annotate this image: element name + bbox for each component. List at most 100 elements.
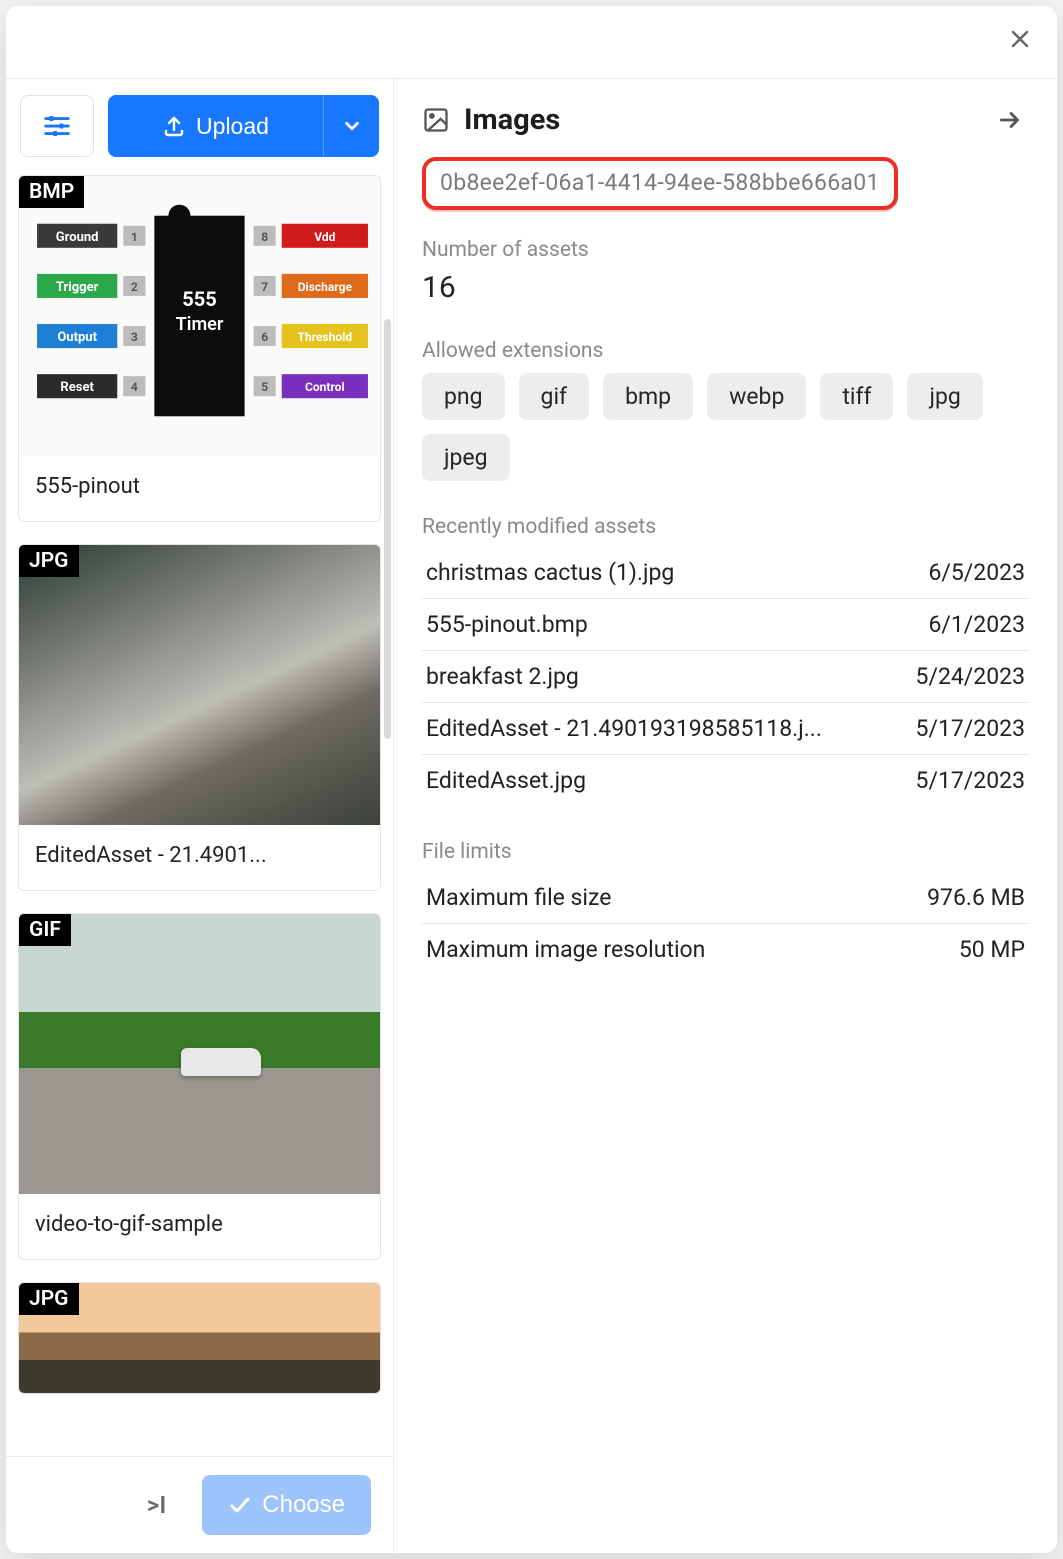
svg-text:555: 555 bbox=[182, 287, 217, 311]
details-header: Images bbox=[422, 101, 1029, 139]
svg-text:7: 7 bbox=[261, 280, 268, 294]
svg-text:3: 3 bbox=[131, 330, 138, 344]
asset-card[interactable]: BMP 555 Timer Ground 1 Trigger 2 Output 3 Rese… bbox=[18, 175, 381, 522]
folder-uuid-highlight: 0b8ee2ef-06a1-4414-94ee-588bbe666a01 bbox=[422, 157, 898, 210]
recent-name: christmas cactus (1).jpg bbox=[422, 547, 872, 599]
recent-date: 6/1/2023 bbox=[872, 599, 1029, 651]
ext-chip: gif bbox=[519, 373, 590, 420]
recent-row[interactable]: EditedAsset - 21.490193198585118.j...5/1… bbox=[422, 703, 1029, 755]
svg-text:Timer: Timer bbox=[176, 314, 224, 335]
folder-uuid[interactable]: 0b8ee2ef-06a1-4414-94ee-588bbe666a01 bbox=[440, 169, 880, 196]
ext-chip: webp bbox=[707, 373, 806, 420]
asset-card[interactable]: JPG EditedAsset - 21.4901... bbox=[18, 544, 381, 891]
num-assets-value: 16 bbox=[422, 270, 1029, 305]
asset-preview: BMP 555 Timer Ground 1 Trigger 2 Output 3 Rese… bbox=[19, 176, 380, 456]
limit-row: Maximum image resolution50 MP bbox=[422, 924, 1029, 976]
svg-text:Reset: Reset bbox=[60, 380, 94, 395]
ext-chip: jpeg bbox=[422, 434, 510, 481]
close-button[interactable] bbox=[1001, 20, 1039, 58]
recent-name: EditedAsset - 21.490193198585118.j... bbox=[422, 703, 872, 755]
svg-text:4: 4 bbox=[131, 380, 138, 394]
panel-body: Upload BMP 5 bbox=[6, 78, 1057, 1553]
asset-card[interactable]: GIF video-to-gif-sample bbox=[18, 913, 381, 1260]
recent-label: Recently modified assets bbox=[422, 515, 1029, 539]
chevron-down-icon bbox=[341, 115, 363, 137]
ext-chip: jpg bbox=[907, 373, 982, 420]
upload-button-group: Upload bbox=[108, 95, 379, 157]
recent-row[interactable]: breakfast 2.jpg5/24/2023 bbox=[422, 651, 1029, 703]
recent-date: 5/17/2023 bbox=[872, 703, 1029, 755]
limit-value: 50 MP bbox=[852, 924, 1029, 976]
choose-label: Choose bbox=[262, 1491, 345, 1519]
upload-more-button[interactable] bbox=[323, 95, 379, 157]
skip-to-end-button[interactable]: >I bbox=[133, 1485, 180, 1525]
asset-name: EditedAsset - 21.4901... bbox=[19, 825, 380, 890]
svg-text:Control: Control bbox=[305, 380, 345, 394]
limit-value: 976.6 MB bbox=[852, 872, 1029, 924]
limits-section: File limits Maximum file size976.6 MBMax… bbox=[422, 840, 1029, 975]
ext-chip: tiff bbox=[820, 373, 893, 420]
recent-name: breakfast 2.jpg bbox=[422, 651, 872, 703]
filter-button[interactable] bbox=[20, 95, 94, 157]
svg-text:Threshold: Threshold bbox=[298, 330, 353, 344]
recent-name: EditedAsset.jpg bbox=[422, 755, 872, 807]
svg-text:Ground: Ground bbox=[56, 230, 99, 245]
scrollbar-thumb[interactable] bbox=[384, 319, 391, 739]
limits-label: File limits bbox=[422, 840, 1029, 864]
asset-scroll[interactable]: BMP 555 Timer Ground 1 Trigger 2 Output 3 Rese… bbox=[6, 175, 393, 1456]
svg-text:6: 6 bbox=[261, 330, 268, 344]
num-assets-section: Number of assets 16 bbox=[422, 238, 1029, 305]
recent-row[interactable]: 555-pinout.bmp6/1/2023 bbox=[422, 599, 1029, 651]
upload-button[interactable]: Upload bbox=[108, 95, 323, 157]
svg-text:Discharge: Discharge bbox=[298, 280, 353, 294]
asset-format-badge: JPG bbox=[19, 545, 79, 577]
recent-section: Recently modified assets christmas cactu… bbox=[422, 515, 1029, 806]
recent-row[interactable]: EditedAsset.jpg5/17/2023 bbox=[422, 755, 1029, 807]
asset-format-badge: BMP bbox=[19, 176, 84, 208]
asset-format-badge: JPG bbox=[19, 1283, 79, 1315]
svg-text:5: 5 bbox=[261, 380, 268, 394]
ext-chip: png bbox=[422, 373, 505, 420]
upload-label: Upload bbox=[196, 113, 269, 140]
recent-name: 555-pinout.bmp bbox=[422, 599, 872, 651]
asset-preview: JPG bbox=[19, 1283, 380, 1393]
asset-card[interactable]: JPG bbox=[18, 1282, 381, 1394]
svg-text:2: 2 bbox=[131, 280, 138, 294]
close-icon bbox=[1008, 27, 1032, 51]
skip-end-icon: >I bbox=[147, 1491, 166, 1519]
asset-format-badge: GIF bbox=[19, 914, 71, 946]
recent-date: 6/5/2023 bbox=[872, 547, 1029, 599]
pinout-diagram: 555 Timer Ground 1 Trigger 2 Output 3 Reset 4 8… bbox=[19, 176, 380, 456]
details-pane: Images 0b8ee2ef-06a1-4414-94ee-588bbe666… bbox=[394, 79, 1057, 1553]
image-icon bbox=[422, 106, 450, 134]
svg-text:1: 1 bbox=[131, 230, 138, 244]
limit-name: Maximum image resolution bbox=[422, 924, 852, 976]
allowed-ext-section: Allowed extensions pnggifbmpwebp tiffjpg j… bbox=[422, 339, 1029, 481]
asset-footer: >I Choose bbox=[6, 1456, 393, 1553]
svg-text:Trigger: Trigger bbox=[56, 280, 99, 295]
recent-date: 5/24/2023 bbox=[872, 651, 1029, 703]
asset-preview: JPG bbox=[19, 545, 380, 825]
upload-icon bbox=[162, 114, 186, 138]
open-folder-button[interactable] bbox=[991, 101, 1029, 139]
svg-text:Vdd: Vdd bbox=[314, 230, 335, 244]
sliders-icon bbox=[42, 111, 72, 141]
limit-name: Maximum file size bbox=[422, 872, 852, 924]
allowed-ext-chips: pnggifbmpwebp tiffjpg jpeg bbox=[422, 373, 1029, 481]
svg-text:Output: Output bbox=[57, 330, 97, 345]
limits-table: Maximum file size976.6 MBMaximum image r… bbox=[422, 872, 1029, 975]
allowed-ext-label: Allowed extensions bbox=[422, 339, 1029, 363]
asset-name: 555-pinout bbox=[19, 456, 380, 521]
asset-name: video-to-gif-sample bbox=[19, 1194, 380, 1259]
details-title: Images bbox=[464, 103, 560, 137]
recent-table: christmas cactus (1).jpg6/5/2023555-pino… bbox=[422, 547, 1029, 806]
arrow-right-icon bbox=[997, 107, 1023, 133]
recent-row[interactable]: christmas cactus (1).jpg6/5/2023 bbox=[422, 547, 1029, 599]
title-bar bbox=[6, 6, 1057, 78]
ext-chip: bmp bbox=[603, 373, 693, 420]
svg-text:8: 8 bbox=[261, 230, 268, 244]
asset-picker-panel: Upload BMP 5 bbox=[6, 6, 1057, 1553]
asset-list-pane: Upload BMP 5 bbox=[6, 79, 394, 1553]
choose-button[interactable]: Choose bbox=[202, 1475, 371, 1535]
asset-toolbar: Upload bbox=[6, 79, 393, 175]
